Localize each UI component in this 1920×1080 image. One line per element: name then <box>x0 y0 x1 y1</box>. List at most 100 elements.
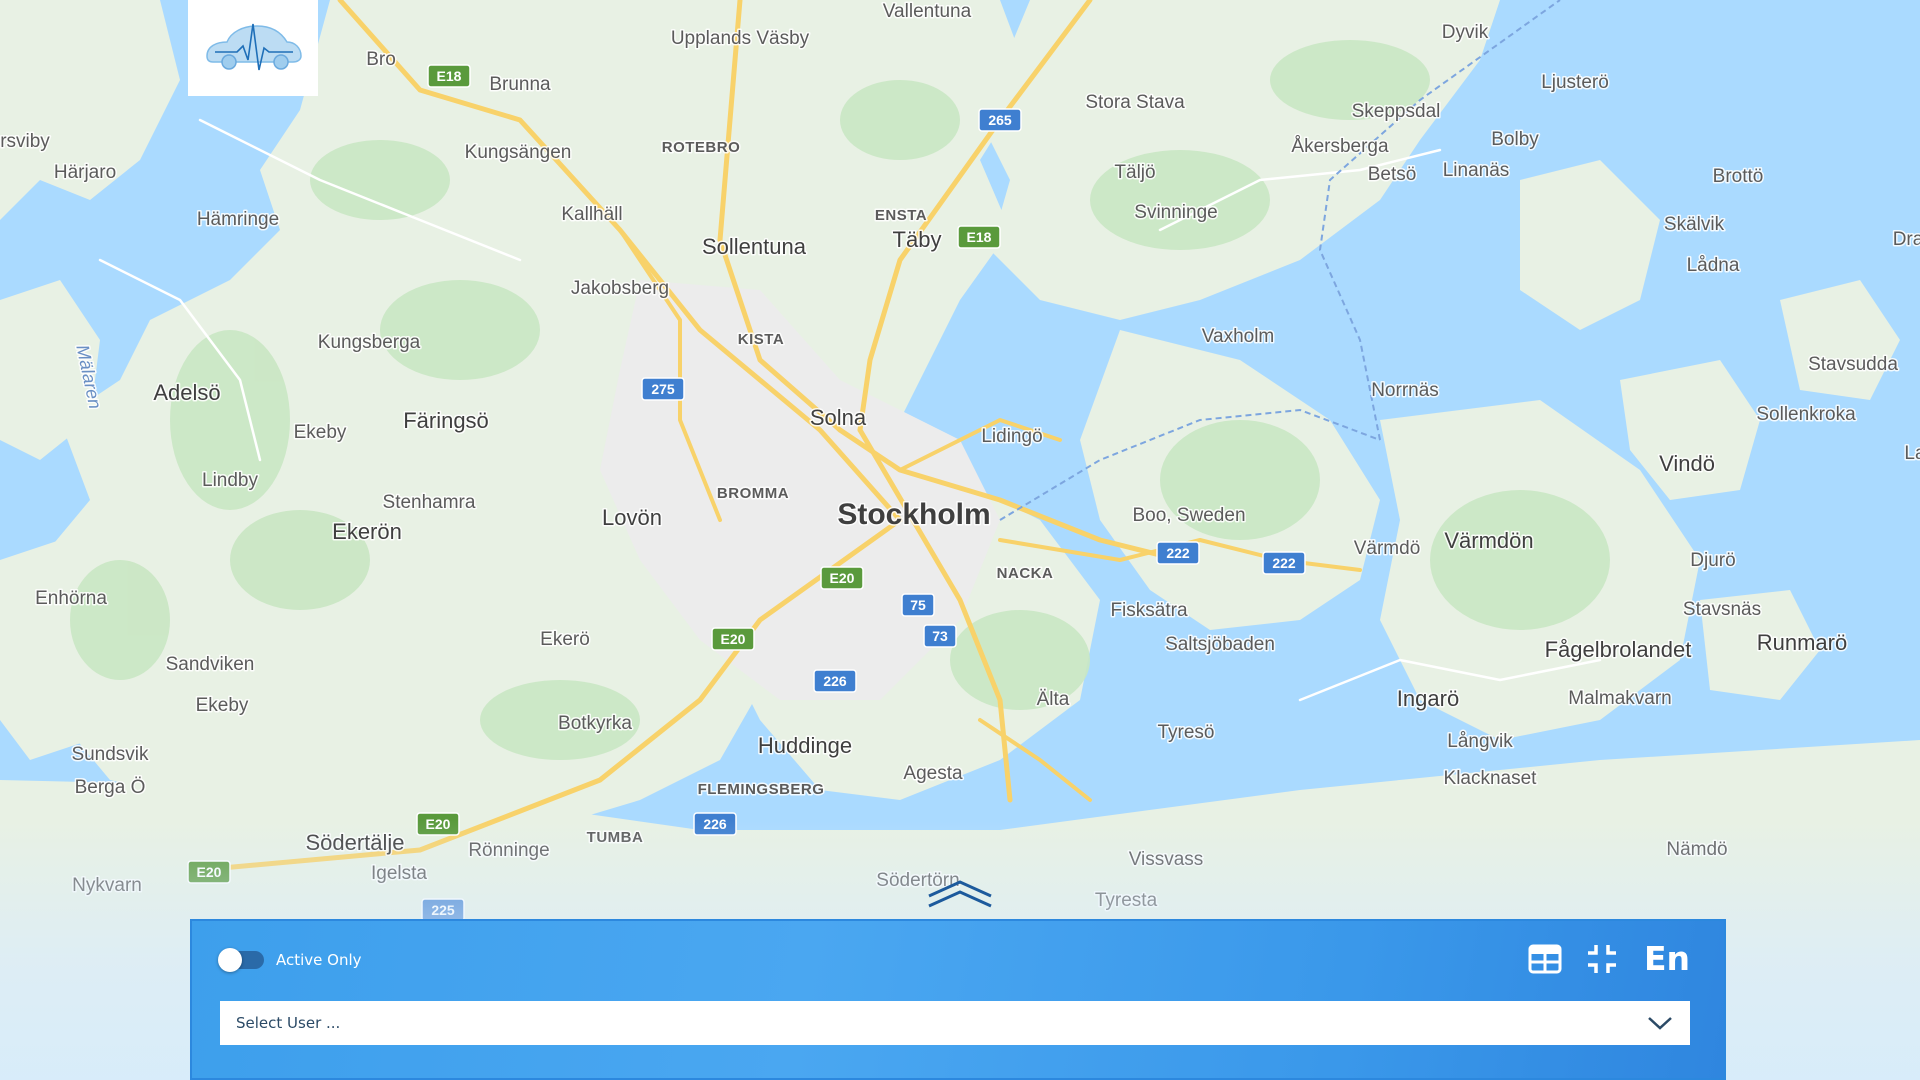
road-shield: E20 <box>820 566 864 590</box>
map-place-label: Solna <box>810 405 867 430</box>
road-shield: E20 <box>416 812 460 836</box>
double-chevron-up-icon[interactable] <box>925 878 995 910</box>
map-place-label: Dyvik <box>1442 22 1489 43</box>
road-shield: E18 <box>957 225 1001 249</box>
map-place-label: Sollenkroka <box>1756 404 1856 425</box>
map-place-label: Saltsjöbaden <box>1165 634 1275 655</box>
map-place-label: Älta <box>1037 689 1070 710</box>
map-place-label: Långvik <box>1447 731 1513 752</box>
road-shield: 222 <box>1156 541 1200 565</box>
map-place-label: Dra <box>1893 229 1920 250</box>
map-place-label: Jakobsberg <box>571 278 669 299</box>
svg-text:73: 73 <box>932 628 948 644</box>
road-shield: 73 <box>923 624 957 648</box>
map-place-label: Bolby <box>1491 129 1539 150</box>
road-shield: E20 <box>711 627 755 651</box>
map-place-label: TUMBA <box>587 829 644 846</box>
map-place-label: Stavsudda <box>1808 354 1898 375</box>
map-place-label: Linanäs <box>1443 160 1510 181</box>
map-place-label: Nämdö <box>1666 839 1727 860</box>
map-place-label: Värmdön <box>1444 528 1533 553</box>
map-place-label: Brunna <box>489 74 551 95</box>
map-place-label: Tyresta <box>1095 890 1158 911</box>
fit-view-button[interactable] <box>1586 943 1618 975</box>
svg-text:E20: E20 <box>197 864 222 880</box>
map-place-label: Vallentuna <box>883 1 972 22</box>
grid-table-icon <box>1528 944 1562 974</box>
road-shield: 226 <box>813 669 857 693</box>
panel-toolbar: En <box>1528 939 1690 979</box>
map-place-label: Kungsängen <box>465 142 572 163</box>
user-select-dropdown[interactable]: Select User ... <box>220 1001 1690 1045</box>
map-place-label: Lådna <box>1687 255 1740 276</box>
svg-text:222: 222 <box>1272 555 1296 571</box>
map-place-label: Berga Ö <box>75 777 146 798</box>
map-place-label: Sollentuna <box>702 234 807 259</box>
svg-text:226: 226 <box>823 673 847 689</box>
control-panel: Active Only En Select User ... <box>190 919 1726 1080</box>
map-place-label: BROMMA <box>717 485 789 502</box>
app-logo[interactable] <box>188 0 318 96</box>
map-place-label: Stora Stava <box>1085 92 1185 113</box>
map-place-label: Lovön <box>602 505 662 530</box>
map-place-label: ROTEBRO <box>662 139 741 156</box>
road-shield: E20 <box>187 860 231 884</box>
map-place-label: Ekeby <box>196 695 249 716</box>
map-place-label: Norrnäs <box>1371 380 1439 401</box>
language-button[interactable]: En <box>1644 939 1690 979</box>
road-shield: 265 <box>978 108 1022 132</box>
active-only-toggle-row: Active Only <box>218 945 362 975</box>
map-place-label: Djurö <box>1690 550 1735 571</box>
svg-text:225: 225 <box>431 902 455 918</box>
grid-view-button[interactable] <box>1528 944 1562 974</box>
map-place-label: Betsö <box>1368 164 1417 185</box>
map-place-label: Fisksätra <box>1110 600 1188 621</box>
active-only-label: Active Only <box>276 951 362 969</box>
map-place-label: Agesta <box>903 763 963 784</box>
map-place-label: ENSTA <box>875 207 927 224</box>
map-place-label: Nykvarn <box>72 875 142 896</box>
map-place-label: Sundsvik <box>71 744 149 765</box>
svg-text:E20: E20 <box>426 816 451 832</box>
map-place-label: Vissvass <box>1129 849 1204 870</box>
map-place-label: Enhörna <box>35 588 107 609</box>
map-place-label: Malmakvarn <box>1568 688 1671 709</box>
road-shield: 225 <box>421 898 465 922</box>
map-place-label: Lindby <box>202 470 258 491</box>
map-place-label: Vindö <box>1659 451 1715 476</box>
svg-text:E20: E20 <box>830 570 855 586</box>
map-place-label: Igelsta <box>371 863 427 884</box>
svg-text:222: 222 <box>1166 545 1190 561</box>
svg-text:E18: E18 <box>967 229 992 245</box>
map-place-label: Sandviken <box>166 654 255 675</box>
map-place-label: Brottö <box>1713 166 1764 187</box>
app-root: Vallentuna Upplands Väsby Dyvik Ljusterö Bro… <box>0 0 1920 1080</box>
map-place-label: Färingsö <box>403 408 489 433</box>
chevron-down-icon <box>1648 1017 1672 1030</box>
map-place-label: Stenhamra <box>383 492 476 513</box>
map-place-label: Ekeby <box>294 422 347 443</box>
map-place-label: Upplands Väsby <box>671 28 810 49</box>
map-place-label: NACKA <box>997 565 1054 582</box>
map-place-label: Svinninge <box>1134 202 1217 223</box>
map-place-label: Tyresö <box>1157 722 1214 743</box>
map[interactable]: Vallentuna Upplands Väsby Dyvik Ljusterö Bro… <box>0 0 1920 1080</box>
toggle-knob <box>218 948 242 972</box>
map-place-label: Ekerön <box>332 519 402 544</box>
map-place-label: Täby <box>893 227 942 252</box>
map-place-label: Kungsberga <box>318 332 421 353</box>
map-place-label: Skeppsdal <box>1352 101 1441 122</box>
map-place-label: Ljusterö <box>1541 72 1609 93</box>
map-place-label: Stavsnäs <box>1683 599 1761 620</box>
active-only-toggle[interactable] <box>218 948 264 972</box>
map-place-label: Huddinge <box>758 733 852 758</box>
map-place-label: Botkyrka <box>558 713 632 734</box>
collapse-arrows-icon <box>1587 945 1616 973</box>
map-place-label: Klacknaset <box>1444 768 1538 789</box>
map-place-label: Lidingö <box>981 426 1042 447</box>
map-place-label: Täljö <box>1114 162 1155 183</box>
map-place-label: Södertälje <box>305 830 404 855</box>
map-canvas[interactable]: Vallentuna Upplands Väsby Dyvik Ljusterö Bro… <box>0 0 1920 1080</box>
map-place-label: FLEMINGSBERG <box>698 781 825 798</box>
road-shield: 222 <box>1262 551 1306 575</box>
